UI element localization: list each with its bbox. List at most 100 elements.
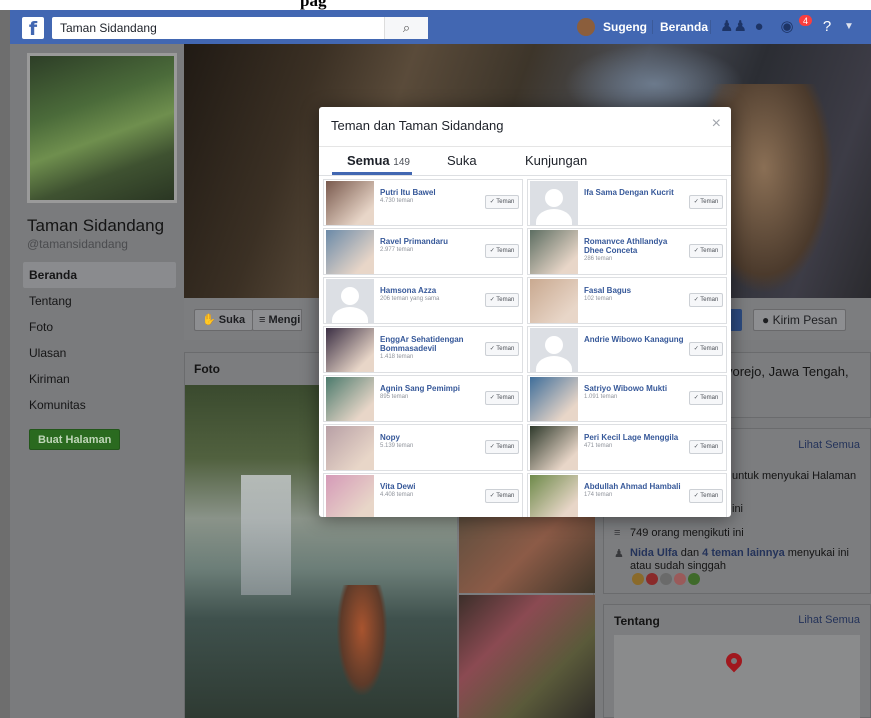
friend-name-link[interactable]: Ravel Primandaru — [380, 237, 482, 246]
friend-list-item[interactable]: Andrie Wibowo Kanagung ✓ Teman — [527, 326, 727, 373]
friend-name-link[interactable]: EnggAr Sehatidengan Bommasadevil — [380, 335, 482, 353]
friend-status-button[interactable]: ✓ Teman — [485, 440, 519, 454]
caret-down-icon[interactable]: ▼ — [842, 17, 856, 37]
tab-kunjungan[interactable]: Kunjungan — [525, 153, 587, 168]
tab-suka[interactable]: Suka — [447, 153, 477, 168]
about-see-all-link[interactable]: Lihat Semua — [798, 614, 860, 626]
nav-item-beranda[interactable]: Beranda — [23, 262, 176, 288]
friend-name-link[interactable]: Hamsona Azza — [380, 286, 482, 295]
friend-avatar[interactable] — [326, 181, 374, 225]
friend-name-link[interactable]: Romanvce Athllandya Dhee Conceta — [584, 237, 686, 255]
friend-status-button[interactable]: ✓ Teman — [689, 195, 723, 209]
friend-name-link[interactable]: Abdullah Ahmad Hambali — [584, 482, 686, 491]
friend-status-button[interactable]: ✓ Teman — [689, 391, 723, 405]
friend-avatar[interactable] — [530, 181, 578, 225]
home-link[interactable]: Beranda — [660, 20, 708, 34]
nav-item-foto[interactable]: Foto — [23, 314, 176, 340]
friend-list-item[interactable]: EnggAr Sehatidengan Bommasadevil 1.418 te… — [323, 326, 523, 373]
friend-status-button[interactable]: ✓ Teman — [689, 489, 723, 503]
friend-status-button[interactable]: ✓ Teman — [689, 244, 723, 258]
photos-title[interactable]: Foto — [194, 362, 220, 376]
friend-list-item[interactable]: Abdullah Ahmad Hambali 174 teman ✓ Teman — [527, 473, 727, 517]
friend-name-link[interactable]: Fasal Bagus — [584, 286, 686, 295]
friend-status-button[interactable]: ✓ Teman — [485, 195, 519, 209]
friend-status-button[interactable]: ✓ Teman — [485, 293, 519, 307]
create-page-button[interactable]: Buat Halaman — [29, 429, 121, 450]
help-icon[interactable]: ? — [816, 17, 838, 37]
friend-avatar[interactable] — [326, 230, 374, 274]
tab-semua[interactable]: Semua 149 — [347, 153, 410, 168]
nav-item-kiriman[interactable]: Kiriman — [23, 366, 176, 392]
page-title[interactable]: Taman Sidandang — [27, 216, 164, 236]
friend-status-button[interactable]: ✓ Teman — [485, 244, 519, 258]
friend-list-item[interactable]: Ravel Primandaru 2.977 teman ✓ Teman — [323, 228, 523, 275]
friend-avatar[interactable] — [646, 573, 658, 585]
facebook-logo[interactable]: f — [22, 17, 44, 40]
photo-thumbnail[interactable] — [459, 513, 595, 593]
close-icon[interactable]: × — [712, 115, 721, 133]
friend-name-link[interactable]: Nida Ulfa — [630, 547, 678, 559]
location-map[interactable] — [614, 635, 860, 718]
friend-count-text: 206 teman yang sama — [380, 296, 440, 302]
friend-status-button[interactable]: ✓ Teman — [485, 489, 519, 503]
notifications-icon[interactable]: ◉ — [776, 17, 798, 37]
friend-list-item[interactable]: Putri Itu Bawel 4.730 teman ✓ Teman — [323, 179, 523, 226]
friend-avatar[interactable] — [660, 573, 672, 585]
nav-item-tentang[interactable]: Tentang — [23, 288, 176, 314]
search-input[interactable] — [52, 17, 382, 39]
photo-thumbnail[interactable] — [459, 595, 595, 718]
friend-list-item[interactable]: Romanvce Athllandya Dhee Conceta 286 tema… — [527, 228, 727, 275]
friend-list-item[interactable]: Satriyo Wibowo Mukti 1.091 teman ✓ Teman — [527, 375, 727, 422]
user-avatar[interactable] — [577, 18, 595, 36]
friend-list-item[interactable]: Vita Dewi 4.408 teman ✓ Teman — [323, 473, 523, 517]
profile-picture[interactable] — [27, 53, 177, 203]
follow-button[interactable]: ≡ Mengikuti — [252, 309, 302, 331]
friend-list-item[interactable]: Ifa Sama Dengan Kucrit ✓ Teman — [527, 179, 727, 226]
page-handle[interactable]: @tamansidandang — [27, 237, 128, 251]
friend-avatar[interactable] — [530, 279, 578, 323]
community-see-all-link[interactable]: Lihat Semua — [798, 439, 860, 451]
friend-name-link[interactable]: Putri Itu Bawel — [380, 188, 482, 197]
nav-item-ulasan[interactable]: Ulasan — [23, 340, 176, 366]
friend-avatar[interactable] — [326, 475, 374, 517]
friend-avatar[interactable] — [632, 573, 644, 585]
community-like-text: ini — [732, 503, 744, 515]
send-message-button[interactable]: ● Kirim Pesan — [753, 309, 847, 331]
friend-list-item[interactable]: Peri Kecil Lage Menggila 471 teman ✓ Teman — [527, 424, 727, 471]
friend-avatar[interactable] — [530, 230, 578, 274]
friend-name-link[interactable]: Peri Kecil Lage Menggila — [584, 433, 686, 442]
friend-name-link[interactable]: Ifa Sama Dengan Kucrit — [584, 188, 686, 197]
friend-list-item[interactable]: Agnin Sang Pemimpi 895 teman ✓ Teman — [323, 375, 523, 422]
like-button[interactable]: ✋ Suka — [194, 309, 254, 331]
friend-status-button[interactable]: ✓ Teman — [689, 440, 723, 454]
friend-name-link[interactable]: Agnin Sang Pemimpi — [380, 384, 482, 393]
friend-list-item[interactable]: Hamsona Azza 206 teman yang sama ✓ Teman — [323, 277, 523, 324]
friends-icon[interactable]: ♟♟ — [720, 17, 747, 37]
friend-avatar[interactable] — [530, 475, 578, 517]
search-box[interactable]: ⌕ — [52, 17, 428, 39]
other-friends-link[interactable]: 4 teman lainnya — [702, 547, 785, 559]
friend-avatar[interactable] — [530, 426, 578, 470]
friend-status-button[interactable]: ✓ Teman — [485, 342, 519, 356]
friend-avatar[interactable] — [326, 377, 374, 421]
friend-name-link[interactable]: Satriyo Wibowo Mukti — [584, 384, 686, 393]
friend-name-link[interactable]: Andrie Wibowo Kanagung — [584, 335, 686, 344]
user-name-link[interactable]: Sugeng — [603, 20, 647, 34]
search-icon[interactable]: ⌕ — [384, 17, 428, 39]
friend-name-link[interactable]: Nopy — [380, 433, 482, 442]
friend-avatar[interactable] — [688, 573, 700, 585]
friend-list-item[interactable]: Fasal Bagus 102 teman ✓ Teman — [527, 277, 727, 324]
friend-avatar[interactable] — [674, 573, 686, 585]
friend-avatar[interactable] — [530, 377, 578, 421]
friend-name-link[interactable]: Vita Dewi — [380, 482, 482, 491]
friend-status-button[interactable]: ✓ Teman — [689, 342, 723, 356]
messenger-icon[interactable]: ● — [748, 17, 770, 37]
friend-status-button[interactable]: ✓ Teman — [485, 391, 519, 405]
friend-avatar[interactable] — [326, 426, 374, 470]
nav-item-komunitas[interactable]: Komunitas — [23, 392, 176, 418]
friend-avatar[interactable] — [326, 279, 374, 323]
friend-avatar[interactable] — [530, 328, 578, 372]
friend-status-button[interactable]: ✓ Teman — [689, 293, 723, 307]
friend-list-item[interactable]: Nopy 5.139 teman ✓ Teman — [323, 424, 523, 471]
friend-avatar[interactable] — [326, 328, 374, 372]
